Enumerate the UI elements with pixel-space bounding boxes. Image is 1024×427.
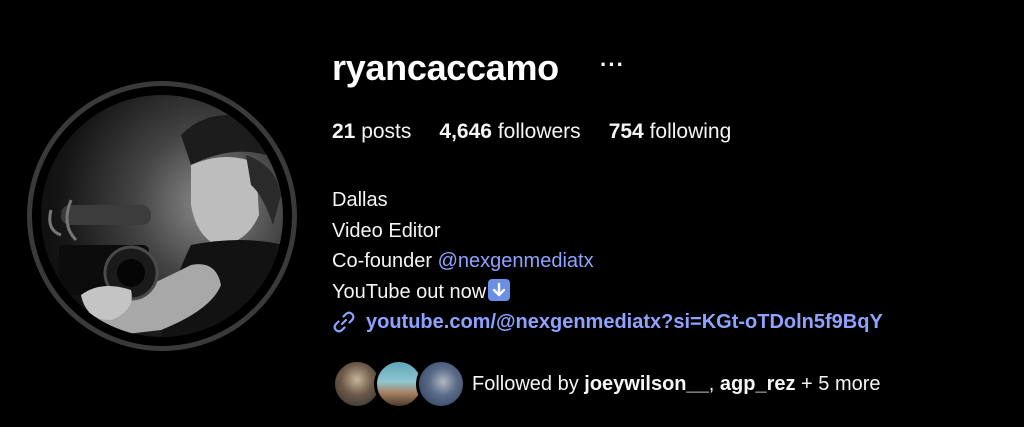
followed-by-suffix: + 5 more	[795, 372, 881, 395]
followed-by-text: Followed by joeywilson__, agp_rez + 5 mo…	[472, 373, 881, 396]
following-label: following	[649, 120, 732, 143]
followed-by[interactable]: Followed by joeywilson__, agp_rez + 5 mo…	[332, 359, 881, 409]
external-link-text[interactable]: youtube.com/@nexgenmediatx?si=KGt-oTDoln…	[366, 311, 883, 334]
followers-stat[interactable]: 4,646 followers	[439, 120, 580, 144]
profile-stats: 21 posts 4,646 followers 754 following	[332, 120, 759, 144]
posts-stat[interactable]: 21 posts	[332, 120, 411, 144]
profile-username: ryancaccamo	[332, 47, 559, 88]
followers-label: followers	[497, 120, 581, 143]
link-icon	[333, 311, 355, 333]
mutual-followers-avatars[interactable]	[332, 359, 466, 409]
following-count: 754	[608, 120, 644, 143]
mutual-user-2[interactable]: agp_rez	[720, 373, 796, 395]
mutual-avatar[interactable]	[416, 359, 466, 409]
external-link[interactable]: youtube.com/@nexgenmediatx?si=KGt-oTDoln…	[332, 310, 883, 334]
profile-photo	[41, 95, 283, 337]
bio-line-cofounder: Co-founder @nexgenmediatx	[332, 246, 594, 277]
bio-mention-link[interactable]: @nexgenmediatx	[438, 250, 594, 272]
mutual-user-1[interactable]: joeywilson__	[584, 373, 709, 395]
bio-cofounder-prefix: Co-founder	[332, 250, 438, 272]
following-stat[interactable]: 754 following	[609, 120, 732, 144]
followed-by-prefix: Followed by	[472, 372, 585, 395]
bio-youtube-text: YouTube out now	[332, 280, 487, 303]
followers-count: 4,646	[439, 120, 492, 143]
bio-line-title: Video Editor	[332, 219, 441, 242]
posts-count: 21	[332, 120, 356, 143]
bio-line-youtube: YouTube out now	[332, 277, 594, 308]
posts-label: posts	[361, 120, 412, 143]
profile-bio: Dallas Video Editor Co-founder @nexgenme…	[332, 185, 594, 307]
down-arrow-emoji-icon	[488, 278, 511, 301]
profile-avatar[interactable]	[27, 81, 297, 351]
followed-by-separator: ,	[708, 372, 720, 395]
more-options-icon[interactable]: ···	[600, 52, 625, 78]
bio-line-location: Dallas	[332, 189, 388, 211]
